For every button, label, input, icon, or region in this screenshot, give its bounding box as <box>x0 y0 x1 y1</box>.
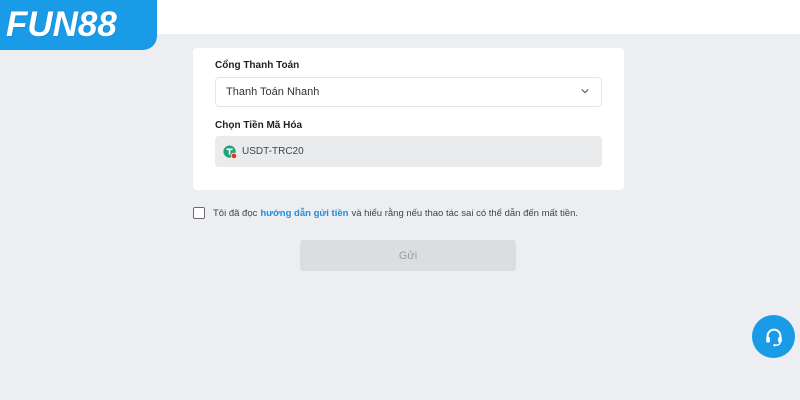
chevron-down-icon <box>581 89 589 94</box>
coin-label: Chọn Tiền Mã Hóa <box>215 120 303 131</box>
deposit-guide-link[interactable]: hướng dẫn gửi tiền <box>260 208 348 219</box>
submit-button[interactable]: Gửi <box>300 240 516 271</box>
coin-field[interactable]: USDT-TRC20 <box>215 136 602 167</box>
agreement-row: Tôi đã đọc hướng dẫn gửi tiền và hiểu rằ… <box>193 207 578 219</box>
deposit-form-card: Cổng Thanh Toán Thanh Toán Nhanh Chọn Ti… <box>193 48 624 190</box>
gateway-label: Cổng Thanh Toán <box>215 60 300 71</box>
agreement-text-before: Tôi đã đọc <box>213 207 258 219</box>
support-chat-button[interactable] <box>752 315 795 358</box>
gateway-selected-value: Thanh Toán Nhanh <box>226 86 320 98</box>
agreement-checkbox[interactable] <box>193 207 205 219</box>
logo-text: FUN88 <box>6 5 117 44</box>
headset-icon <box>765 328 782 346</box>
coin-selected-value: USDT-TRC20 <box>242 146 304 157</box>
gateway-select[interactable]: Thanh Toán Nhanh <box>215 77 602 107</box>
agreement-text-after: và hiểu rằng nếu thao tác sai có thể dẫn… <box>351 207 579 219</box>
fun88-logo[interactable]: FUN88 <box>0 0 157 50</box>
tether-coin-icon <box>223 144 237 159</box>
